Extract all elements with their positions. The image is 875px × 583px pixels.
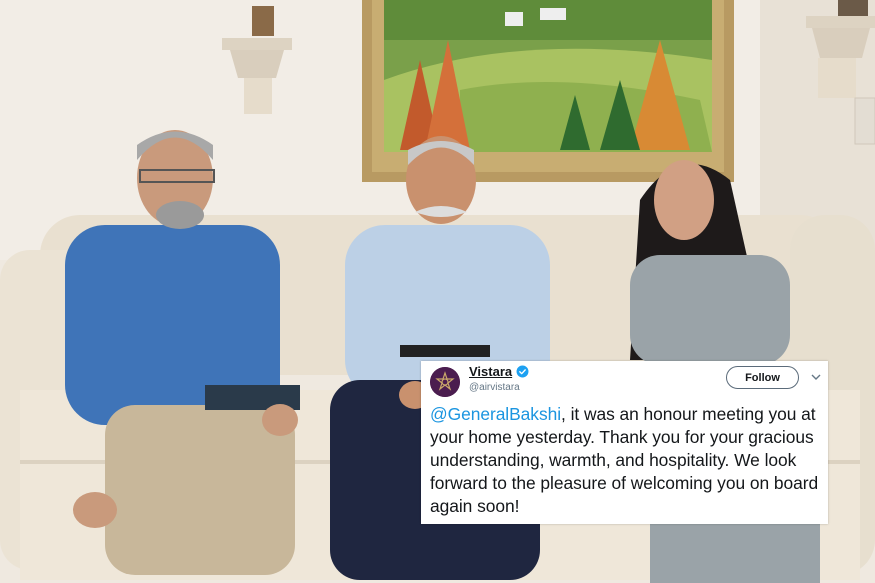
tweet-body: @GeneralBakshi, it was an honour meeting… bbox=[430, 403, 826, 518]
chevron-down-icon[interactable] bbox=[810, 372, 822, 382]
tweet-header: Vistara @airvistara Follow bbox=[421, 361, 828, 401]
verified-badge-icon bbox=[516, 365, 529, 378]
follow-button[interactable]: Follow bbox=[726, 366, 799, 389]
vistara-logo-icon[interactable] bbox=[430, 367, 460, 397]
user-handle[interactable]: @airvistara bbox=[469, 382, 520, 393]
display-name[interactable]: Vistara bbox=[469, 364, 512, 379]
name-row: Vistara bbox=[469, 364, 529, 379]
tweet-embed-card[interactable]: Vistara @airvistara Follow @GeneralBaksh… bbox=[421, 361, 828, 524]
mention-link[interactable]: @GeneralBakshi bbox=[430, 404, 561, 424]
